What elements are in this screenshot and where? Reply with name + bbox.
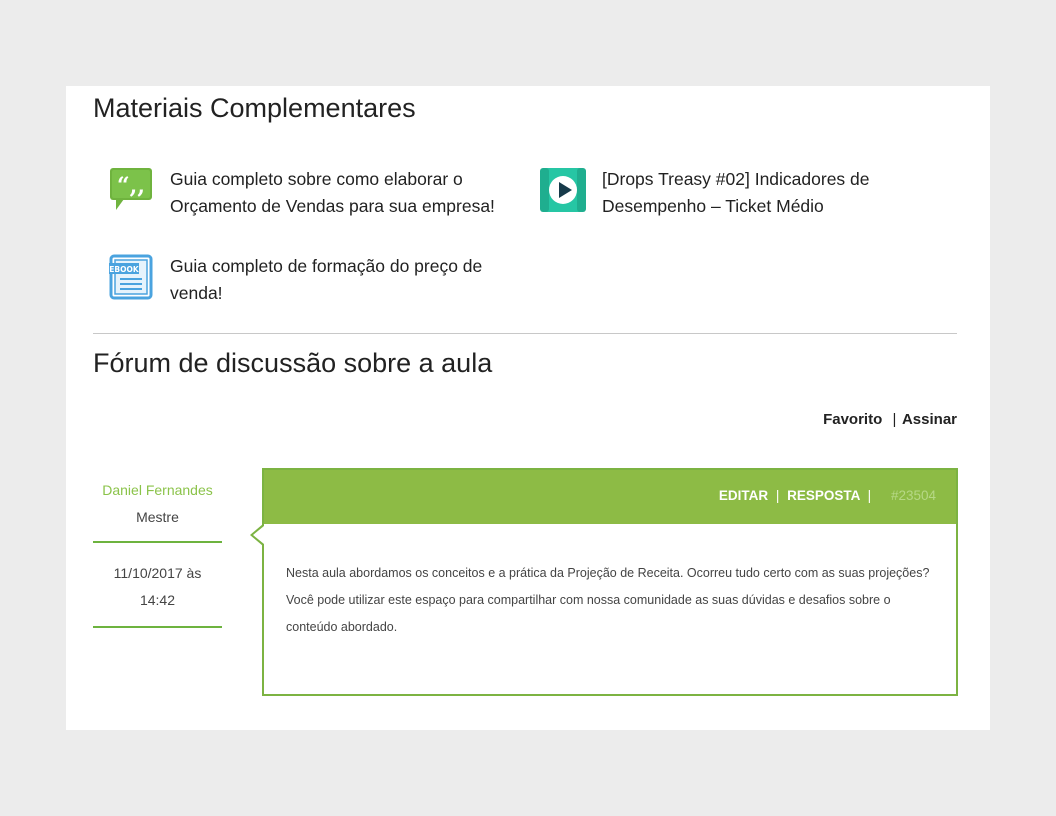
post-id[interactable]: #23504 <box>891 488 936 503</box>
author-role: Mestre <box>136 509 179 525</box>
favorite-link[interactable]: Favorito <box>823 411 882 428</box>
material-item-sales-budget-guide[interactable]: “,, Guia completo sobre como elaborar o … <box>108 166 515 220</box>
post-actions-separator: | <box>775 488 780 503</box>
post-date-text: 11/10/2017 às <box>113 565 202 581</box>
post-time-text: 14:42 <box>139 592 176 608</box>
actions-separator: | <box>892 411 897 428</box>
post-date: 11/10/2017 às 14:42 <box>93 560 222 614</box>
post-body: Nesta aula abordamos os conceitos e a pr… <box>286 566 930 634</box>
post-actions-separator: | <box>867 488 872 503</box>
material-link-text[interactable]: [Drops Treasy #02] Indicadores de Desemp… <box>602 166 947 220</box>
content-panel: Materiais Complementares “,, Guia comple… <box>66 86 990 730</box>
forum-post: EDITAR | RESPOSTA | #23504 Nesta aula ab… <box>250 468 958 696</box>
forum-title: Fórum de discussão sobre a aula <box>93 348 493 378</box>
subscribe-link[interactable]: Assinar <box>902 411 957 428</box>
materials-title: Materiais Complementares <box>93 93 416 123</box>
material-item-pricing-guide[interactable]: EBOOK Guia completo de formação do preço… <box>108 253 515 307</box>
post-header: EDITAR | RESPOSTA | #23504 <box>264 470 956 524</box>
author-divider <box>93 541 222 543</box>
reply-link[interactable]: RESPOSTA <box>787 488 860 503</box>
forum-actions: Favorito | Assinar <box>823 411 957 428</box>
material-link-text[interactable]: Guia completo sobre como elaborar o Orça… <box>170 166 515 220</box>
video-play-icon <box>540 168 586 212</box>
date-divider <box>93 626 222 628</box>
author-name[interactable]: Daniel Fernandes <box>93 482 222 498</box>
post-author-info: Daniel Fernandes Mestre 11/10/2017 às 14… <box>93 482 222 628</box>
material-item-drops-treasy-video[interactable]: [Drops Treasy #02] Indicadores de Desemp… <box>540 166 947 220</box>
section-divider <box>93 333 957 334</box>
material-link-text[interactable]: Guia completo de formação do preço de ve… <box>170 253 515 307</box>
ebook-icon: EBOOK <box>109 254 153 300</box>
quote-bubble-icon: “,, <box>110 168 152 210</box>
edit-link[interactable]: EDITAR <box>719 488 768 503</box>
ebook-icon-label: EBOOK <box>109 265 140 274</box>
svg-text:“,,: “,, <box>117 173 145 199</box>
